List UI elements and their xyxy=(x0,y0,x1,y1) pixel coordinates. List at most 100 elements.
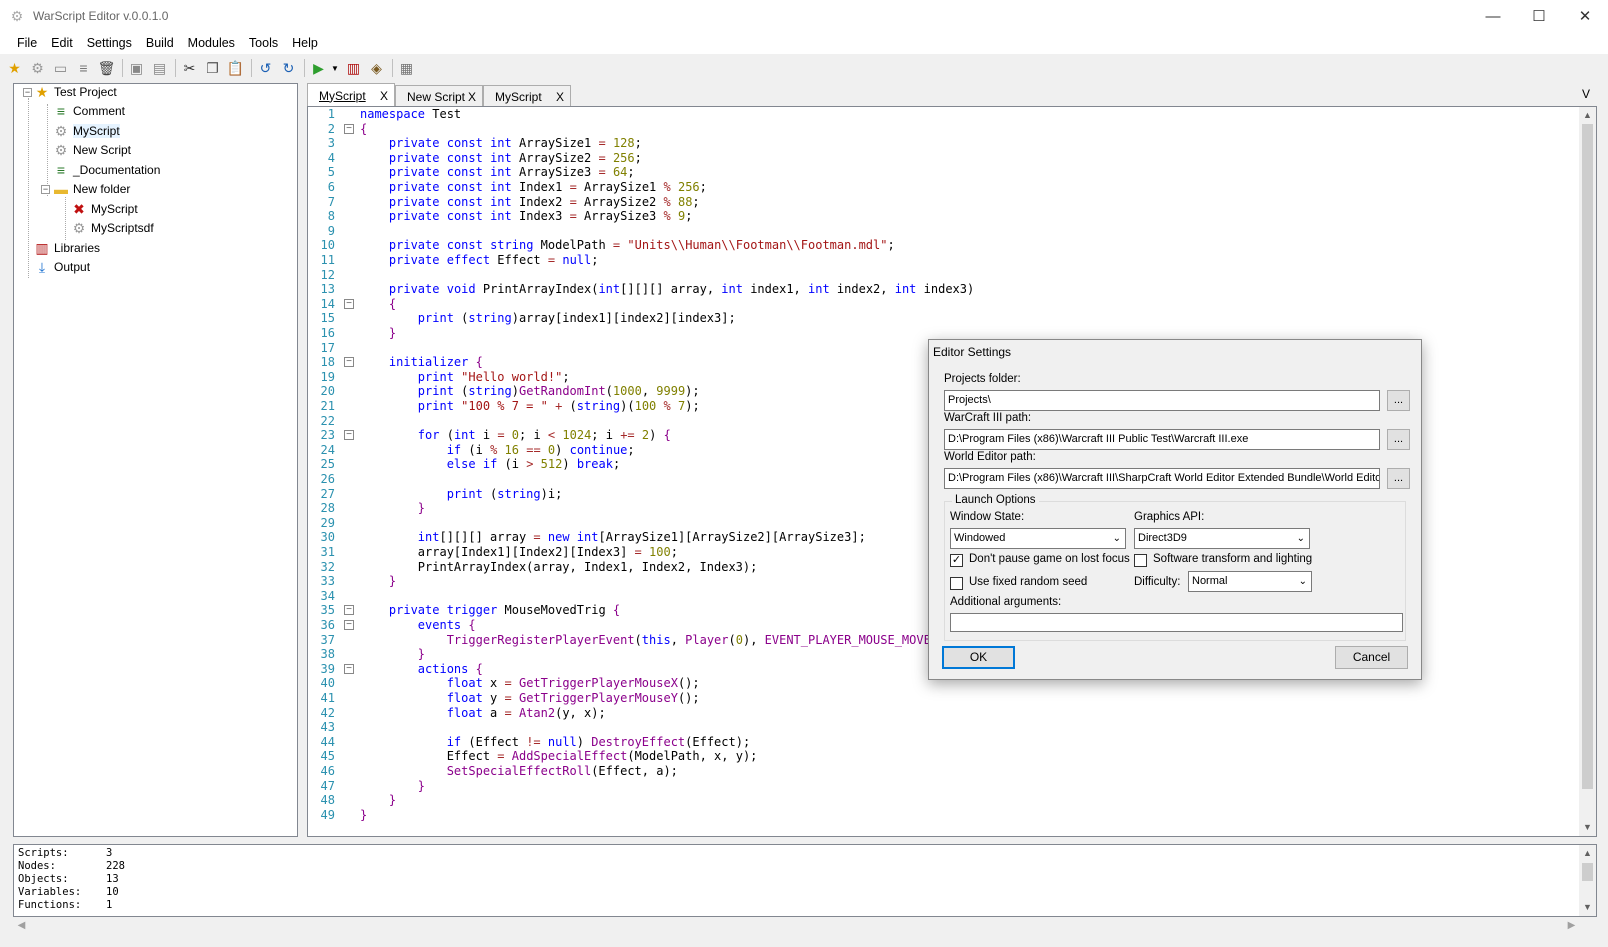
scrollbar-thumb[interactable] xyxy=(1582,863,1593,881)
editor-vertical-scrollbar[interactable]: ▲ ▼ xyxy=(1579,107,1596,836)
wc3-path-browse-button[interactable]: ... xyxy=(1387,429,1410,450)
wc3-path-input[interactable]: D:\Program Files (x86)\Warcraft III Publ… xyxy=(944,429,1380,450)
tab-close-button[interactable]: X xyxy=(468,90,476,104)
tree-item-comment[interactable]: ≡ Comment xyxy=(53,101,125,121)
tab-overflow-button[interactable]: V xyxy=(1582,87,1590,101)
libraries-icon[interactable]: ▥ xyxy=(343,58,364,79)
menu-modules[interactable]: Modules xyxy=(181,36,242,50)
tree-item-myscript[interactable]: ⚙ MyScript xyxy=(53,121,120,141)
run-dropdown-icon[interactable]: ▼ xyxy=(331,64,341,73)
close-button[interactable]: ✕ xyxy=(1562,0,1608,32)
list-icon[interactable]: ≡ xyxy=(73,58,94,79)
tab-close-button[interactable]: X xyxy=(556,90,564,104)
cut-icon[interactable]: ✂ xyxy=(179,58,200,79)
maximize-button[interactable]: ☐ xyxy=(1516,0,1562,32)
code-line[interactable]: 12 xyxy=(308,268,1568,283)
code-line[interactable]: 13 private void PrintArrayIndex(int[][][… xyxy=(308,282,1568,297)
code-line[interactable]: 5 private const int ArraySize3 = 64; xyxy=(308,165,1568,180)
projects-folder-input[interactable]: Projects\ xyxy=(944,390,1380,411)
window-state-select[interactable]: Windowed ⌄ xyxy=(950,528,1126,549)
scroll-right-arrow-icon[interactable]: ▶ xyxy=(1563,917,1580,934)
menu-tools[interactable]: Tools xyxy=(242,36,285,50)
minimize-button[interactable]: — xyxy=(1470,0,1516,32)
fold-toggle-icon[interactable]: − xyxy=(344,123,354,134)
undo-icon[interactable]: ↺ xyxy=(255,58,276,79)
package-icon[interactable]: ◈ xyxy=(366,58,387,79)
tree-item-new-folder[interactable]: ▬ New folder xyxy=(53,179,130,199)
code-line[interactable]: 10 private const string ModelPath = "Uni… xyxy=(308,238,1568,253)
tab-myscript[interactable]: MyScript X xyxy=(483,85,571,107)
new-project-icon[interactable]: ★ xyxy=(4,58,25,79)
save-all-icon[interactable]: ▤ xyxy=(149,58,170,79)
run-icon[interactable]: ▶ xyxy=(308,58,329,79)
code-line[interactable]: 1 namespace Test xyxy=(308,107,1568,122)
code-line[interactable]: 44 if (Effect != null) DestroyEffect(Eff… xyxy=(308,735,1568,750)
code-line[interactable]: 11 private effect Effect = null; xyxy=(308,253,1568,268)
ok-button[interactable]: OK xyxy=(942,646,1015,669)
save-icon[interactable]: ▣ xyxy=(126,58,147,79)
code-line[interactable]: 48 } xyxy=(308,793,1568,808)
tree-item-new-script[interactable]: ⚙ New Script xyxy=(53,140,131,160)
additional-arguments-input[interactable] xyxy=(950,613,1403,632)
code-line[interactable]: 14 { xyxy=(308,297,1568,312)
code-line[interactable]: 49} xyxy=(308,808,1568,823)
scroll-down-arrow-icon[interactable]: ▼ xyxy=(1579,899,1596,916)
paste-icon[interactable]: 📋 xyxy=(225,58,246,79)
world-editor-path-input[interactable]: D:\Program Files (x86)\Warcraft III\Shar… xyxy=(944,468,1380,489)
code-line[interactable]: 6 private const int Index1 = ArraySize1 … xyxy=(308,180,1568,195)
fold-toggle-icon[interactable]: − xyxy=(344,663,354,674)
fold-toggle-icon[interactable]: − xyxy=(344,620,354,630)
output-vertical-scrollbar[interactable]: ▲ ▼ xyxy=(1579,845,1596,916)
menu-settings[interactable]: Settings xyxy=(80,36,139,50)
code-line[interactable]: 45 Effect = AddSpecialEffect(ModelPath, … xyxy=(308,749,1568,764)
fold-toggle-icon[interactable]: − xyxy=(344,357,354,368)
code-line[interactable]: 42 float a = Atan2(y, x); xyxy=(308,706,1568,721)
tree-item-folder-myscript[interactable]: ✖ MyScript xyxy=(71,199,138,219)
tree-item-myscriptsdf[interactable]: ⚙ MyScriptsdf xyxy=(71,218,154,238)
tab-myscript-active[interactable]: MyScript X xyxy=(307,83,395,107)
code-line[interactable]: 2{ xyxy=(308,122,1568,137)
fold-toggle-icon[interactable]: − xyxy=(344,605,354,616)
redo-icon[interactable]: ↻ xyxy=(278,58,299,79)
code-line[interactable]: 9 xyxy=(308,224,1568,239)
code-line[interactable]: 43 xyxy=(308,720,1568,735)
expand-toggle-folder[interactable]: − xyxy=(41,185,50,194)
code-line[interactable]: 41 float y = GetTriggerPlayerMouseY(); xyxy=(308,691,1568,706)
tab-new-script[interactable]: New Script X xyxy=(395,85,483,107)
menu-build[interactable]: Build xyxy=(139,36,181,50)
script-icon[interactable]: ▦ xyxy=(396,58,417,79)
delete-icon[interactable]: 🗑 xyxy=(96,58,117,79)
difficulty-select[interactable]: Normal ⌄ xyxy=(1188,571,1312,592)
tree-item-libraries[interactable]: ▥ Libraries xyxy=(34,238,100,258)
code-line[interactable]: 3 private const int ArraySize1 = 128; xyxy=(308,136,1568,151)
code-line[interactable]: 4 private const int ArraySize2 = 256; xyxy=(308,151,1568,166)
tree-item-documentation[interactable]: ≡ _Documentation xyxy=(53,160,160,180)
dont-pause-checkbox[interactable]: ✓ xyxy=(950,554,963,567)
fixed-seed-checkbox[interactable] xyxy=(950,577,963,590)
tab-close-button[interactable]: X xyxy=(380,89,388,103)
settings-gear-icon[interactable]: ⚙ xyxy=(27,58,48,79)
software-transform-checkbox[interactable] xyxy=(1134,554,1147,567)
code-line[interactable]: 15 print (string)array[index1][index2][i… xyxy=(308,311,1568,326)
scroll-left-arrow-icon[interactable]: ◀ xyxy=(13,917,30,934)
menu-edit[interactable]: Edit xyxy=(44,36,80,50)
world-editor-path-browse-button[interactable]: ... xyxy=(1387,468,1410,489)
scroll-up-arrow-icon[interactable]: ▲ xyxy=(1579,845,1596,862)
open-folder-icon[interactable]: ▭ xyxy=(50,58,71,79)
fold-toggle-icon[interactable]: − xyxy=(344,430,354,441)
copy-icon[interactable]: ❐ xyxy=(202,58,223,79)
menu-help[interactable]: Help xyxy=(285,36,325,50)
fold-toggle-icon[interactable]: − xyxy=(344,298,354,309)
code-line[interactable]: 8 private const int Index3 = ArraySize3 … xyxy=(308,209,1568,224)
scrollbar-thumb[interactable] xyxy=(1582,124,1593,789)
tree-item-output[interactable]: ⤓ Output xyxy=(34,257,90,277)
projects-folder-browse-button[interactable]: ... xyxy=(1387,390,1410,411)
tree-item-test-project[interactable]: ★ Test Project xyxy=(34,82,117,102)
expand-toggle-project[interactable]: − xyxy=(23,88,32,97)
output-horizontal-scrollbar[interactable]: ◀ ▶ xyxy=(13,917,1597,934)
code-line[interactable]: 47 } xyxy=(308,779,1568,794)
scroll-up-arrow-icon[interactable]: ▲ xyxy=(1579,107,1596,124)
scroll-down-arrow-icon[interactable]: ▼ xyxy=(1579,819,1596,836)
menu-file[interactable]: File xyxy=(10,36,44,50)
graphics-api-select[interactable]: Direct3D9 ⌄ xyxy=(1134,528,1310,549)
